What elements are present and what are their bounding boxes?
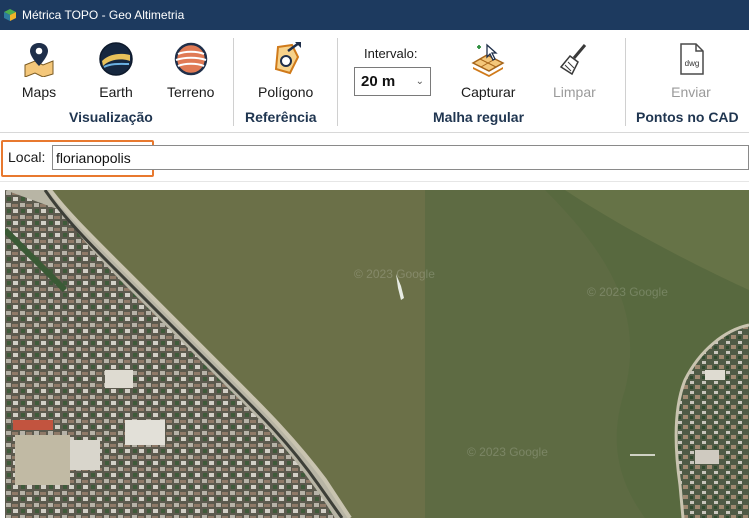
divider	[0, 181, 749, 182]
terreno-label: Terreno	[167, 84, 215, 100]
enviar-button[interactable]: dwg Enviar	[671, 40, 711, 100]
maps-button[interactable]: Maps	[19, 40, 59, 100]
earth-label: Earth	[99, 84, 133, 100]
intervalo-label: Intervalo:	[364, 46, 418, 61]
limpar-button[interactable]: Limpar	[553, 40, 596, 100]
map-watermark: © 2023 Google	[467, 445, 548, 459]
terrain-globe-icon	[174, 42, 207, 76]
app-logo-icon	[4, 9, 16, 21]
chevron-down-icon: ⌄	[415, 76, 424, 87]
visualizacao-group-label: Visualização	[69, 109, 153, 125]
local-input[interactable]	[52, 145, 749, 170]
local-label: Local:	[8, 149, 46, 165]
map-pin-icon	[24, 43, 54, 77]
capture-grid-icon	[471, 43, 505, 77]
malha-regular-group-label: Malha regular	[433, 109, 525, 125]
satellite-map[interactable]: © 2023 Google © 2023 Google © 2023 Googl…	[5, 190, 749, 518]
earth-globe-icon	[99, 42, 133, 76]
referencia-group-label: Referência	[245, 109, 317, 125]
map-watermark: © 2023 Google	[354, 267, 435, 281]
polygon-icon	[274, 41, 301, 75]
svg-text:dwg: dwg	[685, 59, 700, 68]
terreno-button[interactable]: Terreno	[167, 40, 214, 100]
dwg-file-icon: dwg	[680, 43, 704, 75]
satellite-imagery	[5, 190, 749, 518]
maps-label: Maps	[21, 84, 57, 100]
capturar-label: Capturar	[461, 84, 516, 100]
group-separator	[337, 38, 338, 126]
local-search-bar: Local:	[0, 140, 749, 177]
group-separator	[233, 38, 234, 126]
poligono-label: Polígono	[258, 84, 314, 100]
ribbon-toolbar: Maps Earth Terreno Visualização Polígono…	[0, 30, 749, 133]
pontos-cad-group-label: Pontos no CAD	[636, 109, 739, 125]
title-bar: Métrica TOPO - Geo Altimetria	[0, 0, 749, 30]
poligono-button[interactable]: Polígono	[258, 40, 313, 100]
capturar-button[interactable]: Capturar	[461, 40, 515, 100]
intervalo-value: 20 m	[361, 73, 396, 90]
earth-button[interactable]: Earth	[96, 40, 136, 100]
group-separator	[625, 38, 626, 126]
broom-icon	[560, 44, 587, 76]
limpar-label: Limpar	[553, 84, 596, 100]
enviar-label: Enviar	[671, 84, 711, 100]
window-title: Métrica TOPO - Geo Altimetria	[22, 8, 185, 22]
map-watermark: © 2023 Google	[587, 285, 668, 299]
intervalo-select[interactable]: 20 m ⌄	[354, 67, 431, 96]
